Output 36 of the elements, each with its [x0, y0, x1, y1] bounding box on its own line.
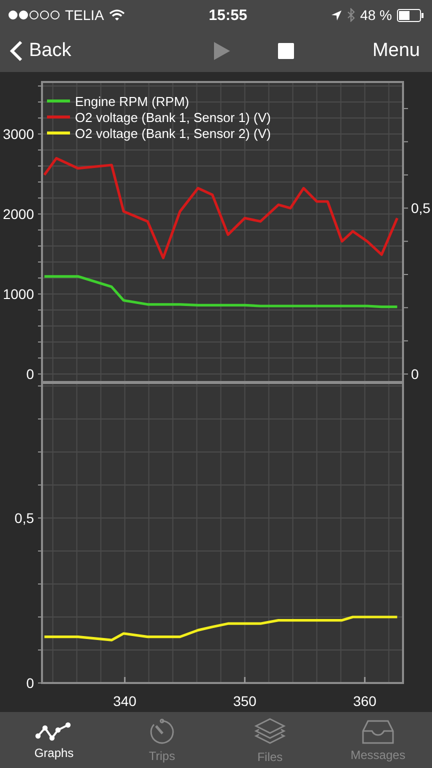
stopwatch-icon	[148, 718, 176, 746]
bluetooth-icon	[347, 8, 356, 22]
legend-label: O2 voltage (Bank 1, Sensor 1) (V)	[75, 110, 271, 125]
clock-time: 15:55	[208, 6, 248, 24]
axis-label: 0,5	[411, 200, 430, 216]
layers-icon	[253, 716, 287, 746]
legend-swatch	[47, 132, 70, 134]
legend-swatch	[47, 100, 70, 102]
play-icon	[214, 42, 230, 60]
line-graph-icon	[35, 720, 73, 742]
axis-label: 0,5	[14, 510, 34, 526]
menu-button[interactable]: Menu	[370, 38, 422, 64]
stop-icon	[278, 43, 294, 59]
battery-percentage: 48 %	[360, 7, 392, 23]
axis-label: 3000	[2, 126, 34, 142]
back-button[interactable]: Back	[8, 38, 74, 64]
battery-icon	[396, 8, 424, 22]
axis-label: 0	[26, 675, 34, 691]
wifi-icon	[108, 9, 125, 21]
legend-label: Engine RPM (RPM)	[75, 94, 190, 109]
axis-label: 340	[113, 693, 136, 709]
axis-label: 360	[353, 693, 376, 709]
axis-label: 350	[233, 693, 256, 709]
chevron-left-icon	[10, 40, 23, 62]
stop-button[interactable]	[276, 41, 296, 61]
axis-label: 0	[411, 366, 419, 382]
tab-bar-item[interactable]: Graphs	[0, 712, 108, 768]
carrier-name: TELIA	[65, 7, 104, 23]
legend-label: O2 voltage (Bank 1, Sensor 2) (V)	[75, 126, 271, 141]
inbox-tray-icon	[361, 718, 395, 744]
signal-strength-icon	[8, 10, 60, 20]
location-arrow-icon	[331, 10, 342, 20]
axis-label: 0	[26, 366, 34, 382]
legend-swatch	[47, 116, 70, 118]
axis-label: 2000	[2, 206, 34, 222]
axis-label: 1000	[2, 286, 34, 302]
